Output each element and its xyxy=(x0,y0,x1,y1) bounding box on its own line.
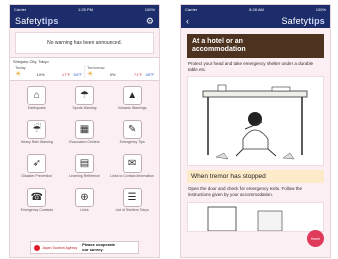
tile-label: List of Shelters Tokyo xyxy=(115,208,149,212)
time-text: 8:28 AM xyxy=(249,7,264,12)
weather-tomorrow: Tomorrow ☀ 0% 71°F 45°F xyxy=(84,65,156,78)
tile-label: Heavy Rain Warning xyxy=(20,140,53,144)
home-button-label: Home xyxy=(310,236,321,241)
carrier-text: Carrier xyxy=(14,7,27,12)
weather-pop: 0% xyxy=(109,71,116,77)
phone-right-screen: Carrier 8:28 AM 100% ‹ Safetytips At a h… xyxy=(180,4,331,258)
globe-icon: ⊕ xyxy=(74,188,94,207)
brand-suffix: tips xyxy=(308,16,325,26)
volcano-icon: ▲ xyxy=(122,86,142,105)
announcement-text: No warning has been announced. xyxy=(47,40,122,46)
chat-icon: ✉ xyxy=(122,154,142,173)
survey-banner[interactable]: Japan Tourism Agency Please cooperate ou… xyxy=(30,241,139,254)
tile-label: Emergency Contacts xyxy=(20,208,54,212)
banner-cta-line2: our survey. xyxy=(82,246,104,252)
tile-emergency-tips[interactable]: ✎ Emergency Tips xyxy=(108,120,156,152)
door-drawing xyxy=(207,206,283,232)
banner-org: Japan Tourism Agency xyxy=(42,245,78,250)
app-title: Safetytips xyxy=(15,16,59,26)
section-text-hotel: Protect your head and take emergency she… xyxy=(188,61,314,73)
tile-label: Sports Warning xyxy=(72,106,97,110)
weather-high: 17°F xyxy=(61,71,71,77)
tile-learning-reference[interactable]: ▤ Learning Reference xyxy=(61,154,109,186)
tile-label: Earthquake xyxy=(27,106,46,110)
top-nav: ‹ Safetytips xyxy=(181,14,330,28)
tile-links[interactable]: ⊕ Links xyxy=(61,188,109,220)
door-illustration xyxy=(187,202,324,233)
tile-disaster-prevention[interactable]: ➶ Disaster Prevention xyxy=(13,154,61,186)
list-icon: ☰ xyxy=(122,188,142,207)
tile-contact-info[interactable]: ✉ Links to Contact Information xyxy=(108,154,156,186)
tile-earthquake[interactable]: ⌂ Earthquake xyxy=(13,86,61,118)
brand-prefix: Safety xyxy=(281,16,309,26)
tile-emergency-contacts[interactable]: ☎ Emergency Contacts xyxy=(13,188,61,220)
phone-left-screen: Carrier 1:25 PM 100% Safetytips ⚙ No war… xyxy=(9,4,160,258)
carrier-text: Carrier xyxy=(185,7,198,12)
home-button[interactable]: Home xyxy=(307,230,324,247)
tile-sports-warning[interactable]: ☂ Sports Warning xyxy=(61,86,109,118)
tile-heavy-rain[interactable]: ☔ Heavy Rain Warning xyxy=(13,120,61,152)
tile-label: Evacuation Centers xyxy=(69,140,100,144)
battery-text: 100% xyxy=(315,7,326,12)
rain-icon: ☂ xyxy=(74,86,94,105)
top-nav: Safetytips ⚙ xyxy=(10,14,159,28)
announcement-box: No warning has been announced. xyxy=(15,32,154,54)
tile-label: Volcanic Warnings xyxy=(117,106,147,110)
person-under-table-illustration xyxy=(187,76,324,167)
tile-label: Emergency Tips xyxy=(119,140,145,144)
section-text-tremor-stopped: Open the door and check for emergency ex… xyxy=(188,186,303,198)
brand-prefix: Safety xyxy=(15,16,42,26)
phone-icon: ☎ xyxy=(27,188,47,207)
weather-high: 71°F xyxy=(133,71,143,77)
status-bar: Carrier 8:28 AM 100% xyxy=(181,5,330,14)
earthquake-icon: ⌂ xyxy=(27,86,47,105)
running-person-icon: ➶ xyxy=(27,154,47,173)
japan-tourism-logo-icon xyxy=(34,244,40,251)
weather-low: 54°F xyxy=(73,71,82,77)
status-bar: Carrier 1:25 PM 100% xyxy=(10,5,159,14)
weather-pop: 10% xyxy=(36,71,45,77)
banner-cta: Please cooperate our survey. xyxy=(82,243,115,251)
back-arrow-icon[interactable]: ‹ xyxy=(186,16,189,26)
weather-panel[interactable]: Shinjuku City, Tokyo Today ☀ 10% 17°F 54… xyxy=(10,57,159,81)
tile-label: Learning Reference xyxy=(69,174,100,178)
time-text: 1:25 PM xyxy=(78,7,93,12)
section-heading-hotel: At a hotel or an accommodation xyxy=(187,34,324,59)
weather-low: 45°F xyxy=(145,71,155,77)
tile-label: Links to Contact Information xyxy=(110,174,154,178)
tile-label: Links xyxy=(80,208,89,212)
book-icon: ▤ xyxy=(74,154,94,173)
app-title: Safetytips xyxy=(281,16,325,26)
battery-text: 100% xyxy=(144,7,155,12)
tile-evacuation-centers[interactable]: ▦ Evacuation Centers xyxy=(61,120,109,152)
sun-cloud-icon: ☀ xyxy=(15,71,22,78)
tips-icon: ✎ xyxy=(122,120,142,139)
section-title-line2: accommodation xyxy=(192,46,246,54)
brand-suffix: tips xyxy=(41,16,59,26)
section-title-line1: At a hotel or an xyxy=(192,38,243,45)
weather-today: Today ☀ 10% 17°F 54°F xyxy=(13,65,84,78)
section-heading-tremor-stopped: When tremor has stopped xyxy=(187,170,324,184)
category-grid: ⌂ Earthquake ☂ Sports Warning ▲ Volcanic… xyxy=(10,83,159,220)
heavy-rain-icon: ☔ xyxy=(27,120,47,139)
tile-volcanic-warnings[interactable]: ▲ Volcanic Warnings xyxy=(108,86,156,118)
tile-label: Disaster Prevention xyxy=(21,174,53,178)
weather-location: Shinjuku City, Tokyo xyxy=(13,59,49,64)
gear-icon[interactable]: ⚙ xyxy=(146,16,154,26)
table-shelter-drawing xyxy=(202,84,308,160)
sun-cloud-icon: ☀ xyxy=(87,71,94,78)
building-icon: ▦ xyxy=(74,120,94,139)
tile-shelter-list[interactable]: ☰ List of Shelters Tokyo xyxy=(108,188,156,220)
